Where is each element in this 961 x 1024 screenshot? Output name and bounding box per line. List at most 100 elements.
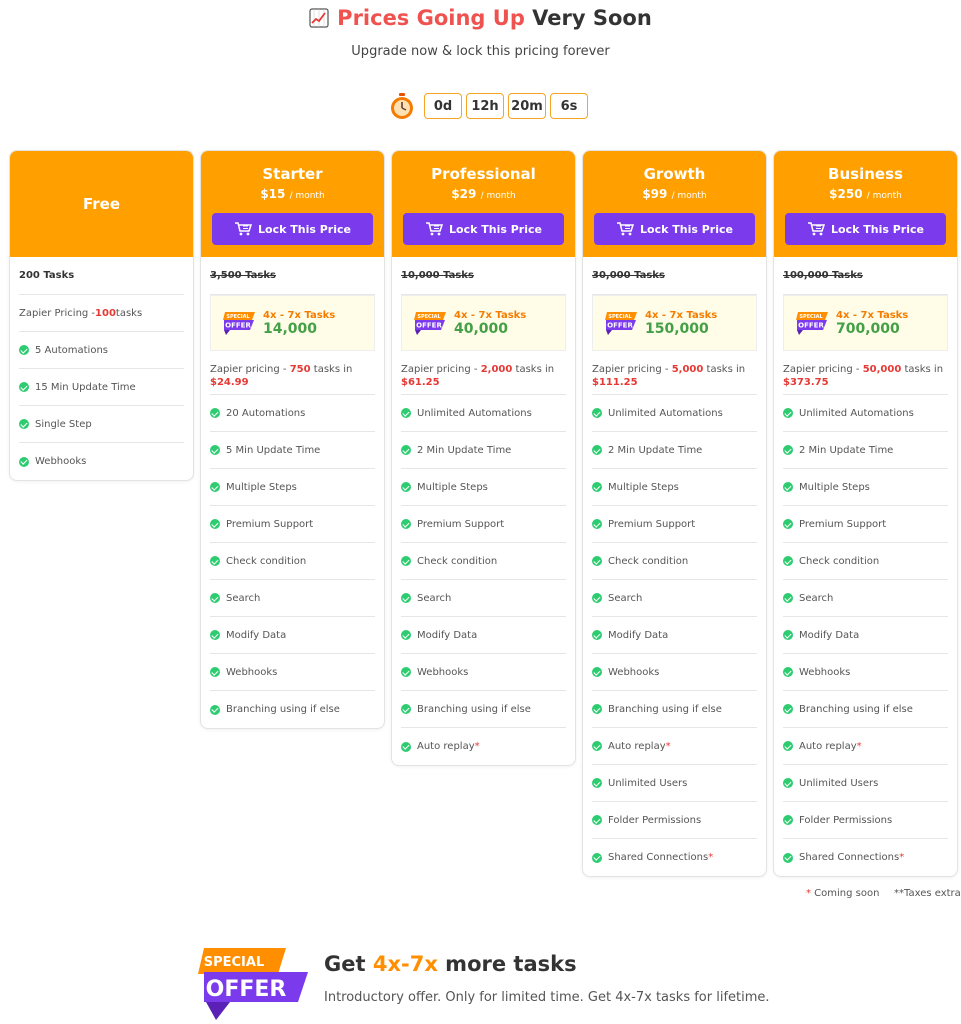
check-icon (401, 630, 411, 640)
countdown-days: 0d (424, 93, 462, 119)
svg-text:OFFER: OFFER (798, 322, 824, 330)
feature-label: Search (417, 592, 452, 604)
countdown-seconds: 6s (550, 93, 588, 119)
feature-item: Check condition (592, 543, 757, 580)
lock-price-button[interactable]: Lock This Price (594, 213, 755, 245)
feature-label: 5 Min Update Time (226, 444, 321, 456)
special-offer-badge: SPECIAL OFFER (796, 312, 828, 335)
footnote-coming-soon: * Coming soon (806, 888, 880, 899)
check-icon (592, 667, 602, 677)
check-icon (783, 445, 793, 455)
feature-item: Webhooks (592, 654, 757, 691)
plan-card-professional: Professional $29 / month Lock This Price… (391, 150, 576, 766)
feature-label: Check condition (226, 555, 307, 567)
feature-item: Search (592, 580, 757, 617)
svg-text:SPECIAL: SPECIAL (204, 955, 265, 970)
coming-soon-marker: * (899, 852, 905, 863)
feature-item: Auto replay * (401, 728, 566, 765)
check-icon (210, 556, 220, 566)
feature-label: Check condition (799, 555, 880, 567)
feature-label: 20 Automations (226, 407, 306, 419)
zapier-comparison: Zapier pricing - 2,000 tasks in $61.25 (401, 351, 566, 395)
cart-icon (235, 222, 253, 236)
feature-label: Shared Connections (608, 852, 709, 863)
feature-item: Check condition (401, 543, 566, 580)
coming-soon-marker: * (856, 740, 862, 752)
check-icon (210, 704, 220, 715)
feature-item: 5 Min Update Time (210, 432, 375, 469)
feature-item: Folder Permissions (783, 802, 948, 839)
check-icon (210, 408, 220, 418)
plan-name: Growth (643, 165, 706, 183)
feature-item: Unlimited Automations (783, 395, 948, 432)
feature-label: Unlimited Automations (608, 407, 723, 419)
svg-text:SPECIAL: SPECIAL (417, 314, 441, 320)
check-icon (401, 408, 411, 418)
feature-label: 2 Min Update Time (799, 444, 894, 456)
check-icon (783, 408, 793, 418)
coming-soon-marker: * (474, 741, 480, 752)
lock-price-button[interactable]: Lock This Price (212, 213, 373, 245)
plan-tasks: 200 Tasks (19, 257, 184, 295)
page-subtitle: Upgrade now & lock this pricing forever (351, 44, 610, 59)
offer-multiplier: 4x - 7x Tasks (454, 309, 527, 321)
feature-label: Premium Support (226, 518, 314, 530)
plan-price: $29 / month (451, 187, 516, 201)
page-title: Prices Going Up Very Soon (0, 6, 961, 30)
svg-text:SPECIAL: SPECIAL (608, 314, 632, 320)
plan-name: Professional (431, 165, 536, 183)
feature-item: 2 Min Update Time (401, 432, 566, 469)
plan-card-free: Free 200 Tasks Zapier Pricing -100 tasks… (9, 150, 194, 481)
feature-item: Modify Data (210, 617, 375, 654)
check-icon (210, 445, 220, 455)
feature-label: Multiple Steps (417, 481, 488, 493)
feature-label: Modify Data (417, 629, 478, 641)
svg-text:OFFER: OFFER (416, 322, 442, 330)
svg-text:OFFER: OFFER (225, 322, 251, 330)
check-icon (592, 445, 602, 455)
feature-item: Auto replay * (783, 728, 948, 765)
feature-label: Modify Data (799, 629, 860, 641)
check-icon (592, 593, 602, 603)
feature-item: Unlimited Users (592, 765, 757, 802)
feature-item: Unlimited Automations (592, 395, 757, 432)
feature-label: Folder Permissions (608, 814, 702, 826)
special-offer-box: SPECIAL OFFER 4x - 7x Tasks 40,000 (401, 295, 566, 351)
check-icon (210, 593, 220, 603)
feature-label: Modify Data (226, 629, 287, 641)
feature-item: Check condition (210, 543, 375, 580)
feature-item: Branching using if else (401, 691, 566, 728)
feature-label: Premium Support (799, 518, 887, 530)
feature-item: Multiple Steps (592, 469, 757, 506)
feature-item: Webhooks (401, 654, 566, 691)
countdown-hours: 12h (466, 93, 504, 119)
lock-price-button[interactable]: Lock This Price (403, 213, 564, 245)
zapier-comparison: Zapier pricing - 750 tasks in $24.99 (210, 351, 375, 395)
check-icon (783, 482, 793, 492)
lock-price-button[interactable]: Lock This Price (785, 213, 946, 245)
title-accent: Prices Going Up (337, 6, 525, 30)
check-icon (19, 419, 29, 429)
check-icon (592, 408, 602, 418)
check-icon (783, 630, 793, 640)
special-offer-badge: SPECIAL OFFER (605, 312, 637, 335)
feature-label: Branching using if else (799, 703, 913, 715)
plan-name: Starter (262, 165, 323, 183)
feature-item: Auto replay * (592, 728, 757, 765)
feature-item: Single Step (19, 406, 184, 443)
feature-item: Premium Support (210, 506, 375, 543)
check-icon (19, 345, 29, 355)
coming-soon-marker: * (708, 852, 714, 863)
feature-item: Modify Data (592, 617, 757, 654)
feature-item: Multiple Steps (401, 469, 566, 506)
check-icon (401, 482, 411, 492)
feature-item: Modify Data (401, 617, 566, 654)
feature-label: Unlimited Users (799, 777, 879, 789)
feature-label: Multiple Steps (608, 481, 679, 493)
check-icon (783, 556, 793, 566)
plan-header-professional: Professional $29 / month Lock This Price (392, 151, 575, 257)
plan-old-tasks: 30,000 Tasks (592, 257, 757, 295)
feature-label: Webhooks (417, 666, 469, 678)
check-icon (210, 519, 220, 529)
feature-item: Multiple Steps (783, 469, 948, 506)
